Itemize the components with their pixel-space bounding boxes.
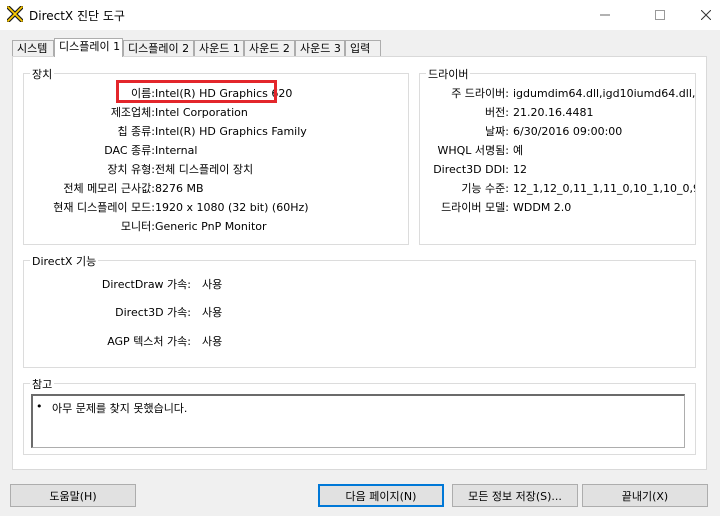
next-page-button[interactable]: 다음 페이지(N) — [318, 484, 444, 507]
device-row-chip-type: 칩 종류: Intel(R) HD Graphics Family — [24, 122, 408, 141]
device-label: 칩 종류: — [117, 125, 155, 138]
device-value: Internal — [155, 144, 198, 157]
minimize-icon — [600, 14, 610, 16]
help-button[interactable]: 도움말(H) — [10, 484, 136, 507]
feature-label: Direct3D 가속: — [115, 306, 191, 319]
device-value: Intel Corporation — [155, 106, 248, 119]
device-label: DAC 종류: — [104, 144, 155, 157]
driver-value: 12_1,12_0,11_1,11_0,10_1,10_0,9_3,9_ — [513, 182, 695, 195]
feature-row-directdraw: DirectDraw 가속: 사용 — [24, 275, 424, 294]
device-label: 현재 디스플레이 모드: — [53, 201, 155, 214]
driver-value: 예 — [513, 144, 524, 157]
tab-input[interactable]: 입력 — [345, 40, 381, 56]
tab-sound-3[interactable]: 사운드 3 — [295, 40, 345, 56]
driver-value: WDDM 2.0 — [513, 201, 572, 214]
close-button[interactable] — [683, 0, 720, 30]
driver-row-version: 버전: 21.20.16.4481 — [420, 103, 695, 122]
device-value: Intel(R) HD Graphics Family — [155, 125, 307, 138]
notes-group: 참고 • 아무 문제를 찾지 못했습니다. — [23, 376, 696, 455]
notes-bullet: • — [36, 400, 43, 413]
driver-row-feature-levels: 기능 수준: 12_1,12_0,11_1,11_0,10_1,10_0,9_3… — [420, 179, 695, 198]
device-label: 제조업체: — [110, 106, 155, 119]
feature-label: AGP 텍스처 가속: — [107, 335, 191, 348]
device-value: 전체 디스플레이 장치 — [155, 163, 254, 176]
driver-label: 기능 수준: — [461, 182, 509, 195]
driver-value: 21.20.16.4481 — [513, 106, 594, 119]
window-title: DirectX 진단 도구 — [29, 9, 125, 23]
directx-icon — [7, 6, 23, 22]
minimize-button[interactable] — [582, 0, 628, 30]
device-value: Generic PnP Monitor — [155, 220, 267, 233]
feature-row-agp: AGP 텍스처 가속: 사용 — [24, 332, 424, 351]
device-row-dac-type: DAC 종류: Internal — [24, 141, 408, 160]
tab-display-2[interactable]: 디스플레이 2 — [123, 40, 194, 56]
driver-row-whql: WHQL 서명됨: 예 — [420, 141, 695, 160]
device-value: 1920 x 1080 (32 bit) (60Hz) — [155, 201, 309, 214]
driver-label: 버전: — [485, 106, 509, 119]
notes-group-title: 참고 — [30, 376, 55, 392]
tab-sound-1[interactable]: 사운드 1 — [194, 40, 244, 56]
maximize-icon — [655, 10, 665, 20]
device-row-device-type: 장치 유형: 전체 디스플레이 장치 — [24, 160, 408, 179]
tab-panel-display-1: 장치 이름: Intel(R) HD Graphics 620 제조업체: In… — [12, 56, 707, 470]
directx-features-group: DirectX 기능 DirectDraw 가속: 사용 Direct3D 가속… — [23, 253, 696, 368]
driver-value: igdumdim64.dll,igd10iumd64.dll,igd10 — [513, 87, 695, 100]
features-group-title: DirectX 기능 — [30, 253, 99, 269]
driver-label: Direct3D DDI: — [433, 163, 509, 176]
exit-button[interactable]: 끝내기(X) — [582, 484, 708, 507]
name-highlight-box — [116, 80, 277, 103]
driver-value: 12 — [513, 163, 527, 176]
feature-value: 사용 — [202, 306, 223, 319]
device-row-display-mode: 현재 디스플레이 모드: 1920 x 1080 (32 bit) (60Hz) — [24, 198, 408, 217]
device-label: 전체 메모리 근사값: — [63, 182, 155, 195]
notes-textbox[interactable]: • 아무 문제를 찾지 못했습니다. — [31, 394, 685, 448]
driver-row-date: 날짜: 6/30/2016 09:00:00 — [420, 122, 695, 141]
feature-row-direct3d: Direct3D 가속: 사용 — [24, 303, 424, 322]
driver-label: 드라이버 모델: — [441, 201, 509, 214]
tab-sound-2[interactable]: 사운드 2 — [244, 40, 295, 56]
tab-display-1[interactable]: 디스플레이 1 — [54, 38, 123, 57]
feature-label: DirectDraw 가속: — [101, 278, 191, 291]
driver-group: 드라이버 주 드라이버: igdumdim64.dll,igd10iumd64.… — [419, 66, 696, 245]
driver-label: 날짜: — [485, 125, 509, 138]
driver-row-d3d-ddi: Direct3D DDI: 12 — [420, 160, 695, 179]
device-row-monitor: 모니터: Generic PnP Monitor — [24, 217, 408, 236]
driver-row-driver-model: 드라이버 모델: WDDM 2.0 — [420, 198, 695, 217]
driver-row-main-driver: 주 드라이버: igdumdim64.dll,igd10iumd64.dll,i… — [420, 84, 695, 103]
device-row-manufacturer: 제조업체: Intel Corporation — [24, 103, 408, 122]
save-all-info-button[interactable]: 모든 정보 저장(S)... — [452, 484, 578, 507]
device-group-title: 장치 — [30, 66, 55, 82]
device-row-total-memory: 전체 메모리 근사값: 8276 MB — [24, 179, 408, 198]
device-label: 장치 유형: — [107, 163, 155, 176]
device-label: 모니터: — [120, 220, 155, 233]
tab-system[interactable]: 시스템 — [12, 40, 54, 56]
driver-label: 주 드라이버: — [451, 87, 509, 100]
feature-value: 사용 — [202, 278, 223, 291]
feature-value: 사용 — [202, 335, 223, 348]
device-value: 8276 MB — [155, 182, 204, 195]
notes-item: 아무 문제를 찾지 못했습니다. — [52, 402, 188, 415]
driver-label: WHQL 서명됨: — [437, 144, 510, 157]
maximize-button[interactable] — [637, 0, 683, 30]
driver-value: 6/30/2016 09:00:00 — [513, 125, 623, 138]
close-icon — [701, 10, 711, 20]
driver-group-title: 드라이버 — [426, 66, 471, 82]
title-bar: DirectX 진단 도구 — [0, 0, 720, 30]
